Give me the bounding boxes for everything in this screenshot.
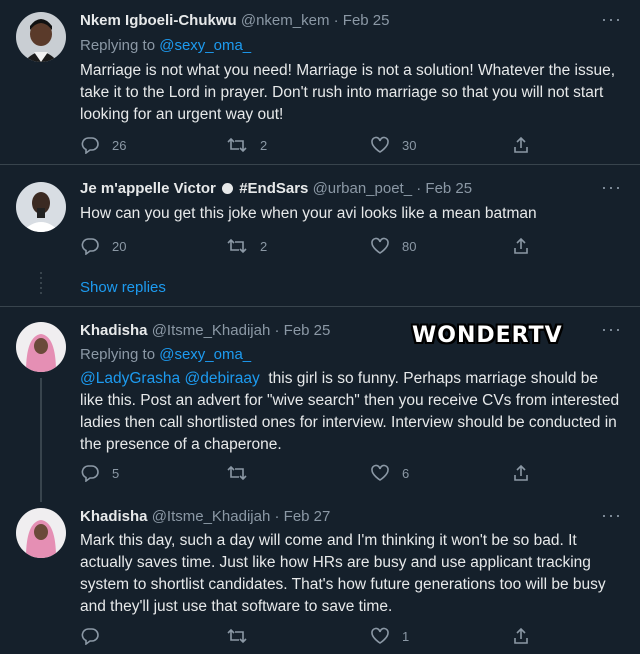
reply-icon bbox=[81, 628, 99, 645]
tweet-text: Mark this day, such a day will come and … bbox=[80, 532, 606, 615]
more-options-icon[interactable]: ··· bbox=[601, 178, 622, 196]
replying-to: Replying to @sexy_oma_ bbox=[80, 346, 251, 363]
like-count: 1 bbox=[402, 628, 410, 644]
tweet-date[interactable]: Feb 25 bbox=[343, 12, 390, 29]
author-name[interactable]: Khadisha bbox=[80, 322, 148, 339]
replying-to: Replying to @sexy_oma_ bbox=[80, 37, 251, 54]
reply-icon bbox=[81, 238, 99, 255]
tweet-date[interactable]: Feb 25 bbox=[425, 180, 472, 197]
avatar[interactable] bbox=[16, 182, 66, 232]
share-icon bbox=[514, 237, 528, 254]
separator: · bbox=[333, 12, 339, 29]
share-icon bbox=[514, 627, 528, 644]
like-count: 80 bbox=[402, 238, 417, 254]
reply-button[interactable]: 5 bbox=[80, 463, 119, 483]
author-name[interactable]: Je m'appelle Victor bbox=[80, 180, 216, 197]
separator: · bbox=[274, 322, 280, 339]
heart-icon bbox=[371, 627, 389, 644]
more-options-icon[interactable]: ··· bbox=[601, 10, 622, 28]
reply-button[interactable]: 26 bbox=[80, 135, 126, 155]
like-button[interactable]: 6 bbox=[370, 463, 409, 483]
tweet-text: @LadyGrasha @debiraay this girl is so fu… bbox=[80, 368, 620, 456]
retweet-button[interactable] bbox=[226, 626, 260, 646]
retweet-icon bbox=[227, 238, 247, 254]
share-button[interactable] bbox=[512, 626, 530, 646]
divider bbox=[0, 164, 640, 165]
retweet-icon bbox=[227, 137, 247, 153]
like-button[interactable]: 30 bbox=[370, 135, 416, 155]
tweet-date[interactable]: Feb 25 bbox=[284, 322, 331, 339]
author-handle[interactable]: @urban_poet_ bbox=[313, 180, 412, 197]
tweet-actions: 5 6 bbox=[80, 463, 540, 483]
avatar-image bbox=[16, 182, 66, 232]
avatar[interactable] bbox=[16, 322, 66, 372]
mention-link[interactable]: @debiraay bbox=[185, 370, 260, 387]
mention-link[interactable]: @sexy_oma_ bbox=[159, 37, 251, 54]
retweet-button[interactable]: 2 bbox=[226, 135, 267, 155]
circle-emoji-icon bbox=[222, 183, 234, 194]
author-name-suffix[interactable]: #EndSars bbox=[239, 180, 308, 197]
tweet-actions: 1 bbox=[80, 626, 540, 646]
like-button[interactable]: 1 bbox=[370, 626, 409, 646]
show-replies-link[interactable]: Show replies bbox=[80, 279, 166, 296]
separator: · bbox=[274, 508, 280, 525]
more-options-icon[interactable]: ··· bbox=[601, 506, 622, 524]
heart-icon bbox=[371, 237, 389, 254]
heart-icon bbox=[371, 464, 389, 481]
thread-line bbox=[40, 378, 42, 502]
tweet-text: How can you get this joke when your avi … bbox=[80, 205, 537, 222]
reply-count: 20 bbox=[112, 238, 127, 254]
author-name[interactable]: Nkem Igboeli-Chukwu bbox=[80, 12, 237, 29]
tweet-text: Marriage is not what you need! Marriage … bbox=[80, 62, 616, 123]
author-handle[interactable]: @Itsme_Khadijah bbox=[152, 508, 271, 525]
thread-dots bbox=[39, 272, 43, 297]
mention-link[interactable]: @LadyGrasha bbox=[80, 370, 180, 387]
retweet-icon bbox=[227, 628, 247, 644]
replying-prefix: Replying to bbox=[80, 37, 156, 54]
avatar-image bbox=[16, 322, 66, 372]
share-button[interactable] bbox=[512, 463, 530, 483]
separator: · bbox=[416, 180, 422, 197]
share-icon bbox=[514, 136, 528, 153]
author-handle[interactable]: @nkem_kem bbox=[241, 12, 330, 29]
replying-prefix: Replying to bbox=[80, 346, 156, 363]
tweet-4[interactable]: Khadisha @Itsme_Khadijah · Feb 27 ··· Ma… bbox=[0, 506, 640, 648]
more-options-icon[interactable]: ··· bbox=[601, 320, 622, 338]
watermark-logo: WONDERTV bbox=[412, 323, 563, 348]
tweet-actions: 20 2 80 bbox=[80, 236, 540, 256]
reply-icon bbox=[81, 465, 99, 482]
reply-count: 5 bbox=[112, 465, 120, 481]
like-button[interactable]: 80 bbox=[370, 236, 416, 256]
like-count: 6 bbox=[402, 465, 410, 481]
like-count: 30 bbox=[402, 137, 417, 153]
avatar-image bbox=[16, 508, 66, 558]
retweet-button[interactable]: 2 bbox=[226, 236, 267, 256]
tweet-1[interactable]: Nkem Igboeli-Chukwu @nkem_kem · Feb 25 ·… bbox=[0, 10, 640, 160]
reply-count: 26 bbox=[112, 137, 127, 153]
tweet-actions: 26 2 30 bbox=[80, 135, 540, 155]
mention-link[interactable]: @sexy_oma_ bbox=[159, 346, 251, 363]
tweet-date[interactable]: Feb 27 bbox=[284, 508, 331, 525]
divider bbox=[0, 306, 640, 307]
share-icon bbox=[514, 464, 528, 481]
share-button[interactable] bbox=[512, 135, 530, 155]
retweet-button[interactable] bbox=[226, 463, 260, 483]
reply-button[interactable] bbox=[80, 626, 112, 646]
author-name[interactable]: Khadisha bbox=[80, 508, 148, 525]
avatar[interactable] bbox=[16, 508, 66, 558]
retweet-count: 2 bbox=[260, 137, 268, 153]
avatar-image bbox=[16, 12, 66, 62]
reply-icon bbox=[81, 137, 99, 154]
retweet-icon bbox=[227, 465, 247, 481]
avatar[interactable] bbox=[16, 12, 66, 62]
retweet-count: 2 bbox=[260, 238, 268, 254]
author-handle[interactable]: @Itsme_Khadijah bbox=[152, 322, 271, 339]
share-button[interactable] bbox=[512, 236, 530, 256]
heart-icon bbox=[371, 136, 389, 153]
reply-button[interactable]: 20 bbox=[80, 236, 126, 256]
tweet-2[interactable]: Je m'appelle Victor #EndSars @urban_poet… bbox=[0, 178, 640, 260]
